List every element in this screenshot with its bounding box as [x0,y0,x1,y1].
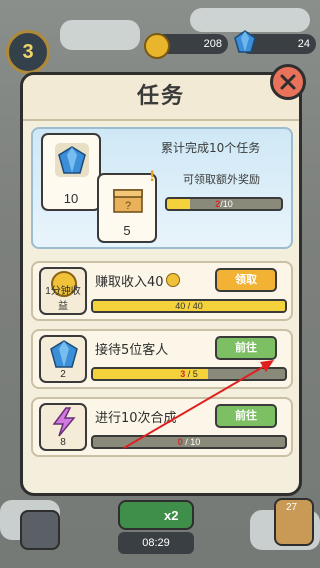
svg-text:?: ? [125,200,131,212]
exclamation-icon: ! [149,169,156,185]
task-progress-bar: 40 / 40 [91,299,287,313]
gem-reward-count: 10 [63,191,79,206]
mystery-box-icon: ? [111,181,145,215]
milestone-progress-bar: 2/10 [165,197,283,211]
snow-patch [60,20,140,50]
task-icon-box: 2 [39,335,87,383]
task-icon-box: 8 [39,403,87,451]
go-button[interactable]: 前往 [215,336,277,360]
blue-gem-icon [48,339,80,369]
task-dialog: 任务 10 ? 5 ! 累计完成10个任务 可领取额外奖励 2/10 1分钟收益… [20,72,302,496]
purple-lightning-icon [50,407,78,437]
go-button[interactable]: 前往 [215,404,277,428]
task-progress-bar: 0 / 10 [91,435,287,449]
task-icon-box: 1分钟收益 [39,267,87,315]
coin-icon [165,273,180,287]
milestone-title: 累计完成10个任务 [161,141,261,155]
coin-icon [144,33,170,59]
boost-button[interactable]: x2 [118,500,194,530]
task-icon-label: 1分钟收益 [45,286,81,312]
milestone-progress-total: /10 [220,199,233,209]
task-progress-bar: 3 / 5 [91,367,287,381]
close-button[interactable] [270,64,306,100]
gem-count: 24 [297,38,310,50]
task-row-merge: 8 进行10次合成 前往 0 / 10 [31,397,293,457]
close-icon [280,74,296,90]
snow-patch [190,8,310,32]
task-row-serve-guests: 2 接待5位客人 前往 3 / 5 [31,329,293,389]
boost-multiplier: x2 [164,508,179,523]
task-title: 赚取收入40 [95,271,180,290]
task-title-text: 赚取收入40 [95,275,164,290]
task-title: 接待5位客人 [95,343,169,358]
boost-timer: 08:29 [118,532,194,554]
gem-reward-card: 10 [41,133,101,211]
task-progress-current: 40 [175,301,186,311]
milestone-banner: 10 ? 5 ! 累计完成10个任务 可领取额外奖励 2/10 [31,127,293,249]
box-reward-count: 5 [123,223,131,238]
player-level-badge[interactable]: 3 [6,30,50,74]
box-reward-card: ? 5 [97,173,157,243]
storage-bag-button[interactable]: 27 [274,498,314,546]
coin-count: 208 [203,38,222,50]
task-icon-label: 2 [60,369,66,380]
task-row-earn-income: 1分钟收益 赚取收入40 领取 40 / 40 [31,261,293,321]
gem-icon [234,30,256,54]
task-progress-total: / 40 [185,301,203,311]
claim-button[interactable]: 领取 [215,268,277,292]
task-progress-total: / 10 [182,437,201,447]
task-progress-total: / 5 [185,369,198,379]
milestone-subtitle: 可领取额外奖励 [183,173,260,186]
task-title: 进行10次合成 [95,411,177,426]
storage-badge: 27 [286,502,298,513]
task-icon-label: 8 [60,437,66,448]
shop-cart-button[interactable] [20,510,60,550]
gem-icon [55,143,89,177]
dialog-title: 任务 [136,84,185,109]
